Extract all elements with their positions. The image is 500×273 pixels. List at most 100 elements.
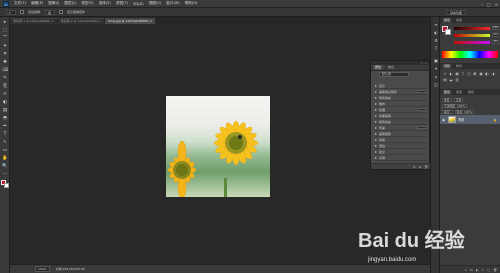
minimize-icon[interactable]: – bbox=[481, 2, 483, 7]
clone-stamp-tool-icon[interactable]: ⎘ bbox=[2, 83, 8, 89]
levels-icon[interactable]: ◐ bbox=[449, 72, 453, 76]
property-row[interactable]: 平滑 bbox=[375, 155, 427, 161]
settings-icon[interactable]: ⚙ bbox=[413, 165, 416, 169]
adjustments-icon[interactable]: ◐ bbox=[433, 29, 439, 35]
close-icon[interactable]: × bbox=[495, 2, 498, 7]
value-field[interactable] bbox=[417, 126, 427, 129]
lasso-tool-icon[interactable]: ⌒ bbox=[2, 35, 8, 41]
navigator-icon[interactable]: ⌂ bbox=[433, 73, 439, 79]
disclosure-triangle-icon[interactable] bbox=[375, 114, 377, 117]
layer-kind-dropdown[interactable]: 类型 bbox=[442, 97, 452, 102]
more-tools-icon[interactable]: ⋯ bbox=[2, 171, 8, 177]
disclosure-triangle-icon[interactable] bbox=[375, 84, 377, 87]
invert-icon[interactable]: ◒ bbox=[449, 78, 453, 82]
workspace-switcher[interactable]: 基本功能 bbox=[445, 10, 466, 15]
gradient-tool-icon[interactable]: ▤ bbox=[2, 107, 8, 113]
link-layers-icon[interactable]: ∞ bbox=[465, 268, 468, 272]
panel-tab-info[interactable]: 信息 bbox=[386, 65, 396, 70]
disclosure-triangle-icon[interactable] bbox=[375, 96, 377, 99]
menu-3d[interactable]: 3D(D) bbox=[133, 2, 144, 6]
blue-slider[interactable] bbox=[454, 41, 490, 44]
new-group-icon[interactable]: ▭ bbox=[482, 268, 485, 272]
trash-icon[interactable]: 🗑 bbox=[424, 165, 428, 169]
document-size-info[interactable]: 文档:293.0K/293.0K bbox=[56, 267, 85, 271]
healing-brush-tool-icon[interactable]: ⌫ bbox=[2, 67, 8, 73]
document-image[interactable] bbox=[166, 96, 270, 197]
layer-row-background[interactable]: ◉ 背景 🔒 bbox=[440, 115, 500, 124]
background-color-chip[interactable] bbox=[445, 29, 451, 35]
disclosure-triangle-icon[interactable] bbox=[375, 144, 377, 147]
quick-select-tool-icon[interactable]: ✦ bbox=[2, 43, 8, 49]
exposure-icon[interactable]: ▽ bbox=[461, 72, 465, 76]
menu-window[interactable]: 窗口(W) bbox=[166, 1, 180, 6]
tab-layers[interactable]: 图层 bbox=[442, 90, 453, 95]
background-color-swatch[interactable] bbox=[4, 183, 9, 188]
new-preset-icon[interactable]: ⊞ bbox=[419, 165, 422, 169]
auto-select-checkbox[interactable] bbox=[20, 10, 24, 14]
character-icon[interactable]: T bbox=[433, 45, 439, 51]
panel-close-icon[interactable]: × bbox=[424, 61, 427, 65]
pen-tool-icon[interactable]: ✒ bbox=[2, 123, 8, 129]
posterize-icon[interactable]: ▥ bbox=[455, 78, 459, 82]
disclosure-triangle-icon[interactable] bbox=[375, 150, 377, 153]
collapse-icon[interactable]: « bbox=[421, 61, 423, 65]
history-icon[interactable]: ≡ bbox=[433, 21, 439, 27]
red-slider[interactable] bbox=[454, 27, 490, 30]
crop-tool-icon[interactable]: ⌗ bbox=[2, 51, 8, 57]
color-spectrum-bar[interactable] bbox=[442, 51, 498, 58]
green-slider[interactable] bbox=[454, 34, 490, 37]
menu-edit[interactable]: 编辑(E) bbox=[31, 1, 43, 6]
disclosure-triangle-icon[interactable] bbox=[375, 120, 377, 123]
swatches-icon[interactable]: ◫ bbox=[433, 81, 439, 87]
hand-tool-icon[interactable]: ✋ bbox=[2, 155, 8, 161]
menu-layer[interactable]: 图层(L) bbox=[64, 1, 76, 6]
tab-adjustments[interactable]: 调整 bbox=[442, 64, 453, 69]
brush-tool-icon[interactable]: ✎ bbox=[2, 75, 8, 81]
new-layer-icon[interactable]: □ bbox=[487, 268, 490, 272]
type-tool-icon[interactable]: T bbox=[2, 131, 8, 137]
fill-field[interactable]: 填充: 100% bbox=[454, 109, 474, 114]
opacity-field[interactable]: 不透明度: 100% bbox=[442, 103, 468, 108]
visibility-eye-icon[interactable]: ◉ bbox=[442, 118, 446, 122]
green-value-field[interactable]: 16 bbox=[492, 33, 499, 37]
disclosure-triangle-icon[interactable] bbox=[375, 90, 377, 93]
zoom-tool-icon[interactable]: 🔍 bbox=[2, 163, 8, 169]
layer-style-icon[interactable]: fx bbox=[470, 268, 473, 272]
disclosure-triangle-icon[interactable] bbox=[375, 132, 377, 135]
channel-mixer-icon[interactable]: ▤ bbox=[443, 78, 447, 82]
black-white-icon[interactable]: ◧ bbox=[485, 72, 489, 76]
curves-icon[interactable]: ▦ bbox=[455, 72, 459, 76]
styles-icon[interactable]: ✦ bbox=[433, 65, 439, 71]
menu-file[interactable]: 文件(F) bbox=[14, 1, 26, 6]
tab-styles[interactable]: 样式 bbox=[454, 64, 464, 69]
shape-tool-icon[interactable]: ▭ bbox=[2, 147, 8, 153]
menu-image[interactable]: 图像(I) bbox=[48, 1, 59, 6]
disclosure-triangle-icon[interactable] bbox=[375, 138, 377, 141]
tool-preset-picker[interactable]: ▾ bbox=[6, 9, 16, 15]
brightness-icon[interactable]: ☼ bbox=[443, 72, 447, 76]
blend-mode-dropdown[interactable]: 正常 bbox=[453, 97, 464, 102]
blue-value-field[interactable]: 46 bbox=[492, 40, 499, 44]
vibrance-icon[interactable]: ◫ bbox=[467, 72, 471, 76]
menu-help[interactable]: 帮助(H) bbox=[185, 1, 198, 6]
move-tool-icon[interactable]: ▸ bbox=[2, 19, 8, 25]
properties-icon[interactable]: ▣ bbox=[433, 57, 439, 63]
adjustment-layer-icon[interactable]: ◐ bbox=[476, 268, 479, 272]
value-field[interactable] bbox=[417, 108, 427, 111]
menu-select[interactable]: 选择(S) bbox=[99, 1, 111, 6]
disclosure-triangle-icon[interactable] bbox=[375, 102, 377, 105]
menu-filter[interactable]: 滤镜(T) bbox=[116, 1, 128, 6]
hue-saturation-icon[interactable]: ◩ bbox=[473, 72, 477, 76]
menu-type[interactable]: 类型(Y) bbox=[81, 1, 93, 6]
delete-layer-icon[interactable]: 🗑 bbox=[493, 268, 497, 272]
preset-dropdown[interactable]: 默认值 bbox=[379, 72, 409, 77]
photo-filter-icon[interactable]: ◑ bbox=[491, 72, 495, 76]
disclosure-triangle-icon[interactable] bbox=[375, 156, 377, 159]
value-field[interactable] bbox=[417, 90, 427, 93]
zoom-level-field[interactable]: 100% bbox=[35, 266, 50, 272]
path-select-tool-icon[interactable]: ↖ bbox=[2, 139, 8, 145]
marquee-tool-icon[interactable]: ⬚ bbox=[2, 27, 8, 33]
brush-settings-icon[interactable]: ⚙ bbox=[433, 37, 439, 43]
disclosure-triangle-icon[interactable] bbox=[375, 108, 377, 111]
eyedropper-tool-icon[interactable]: ✚ bbox=[2, 59, 8, 65]
